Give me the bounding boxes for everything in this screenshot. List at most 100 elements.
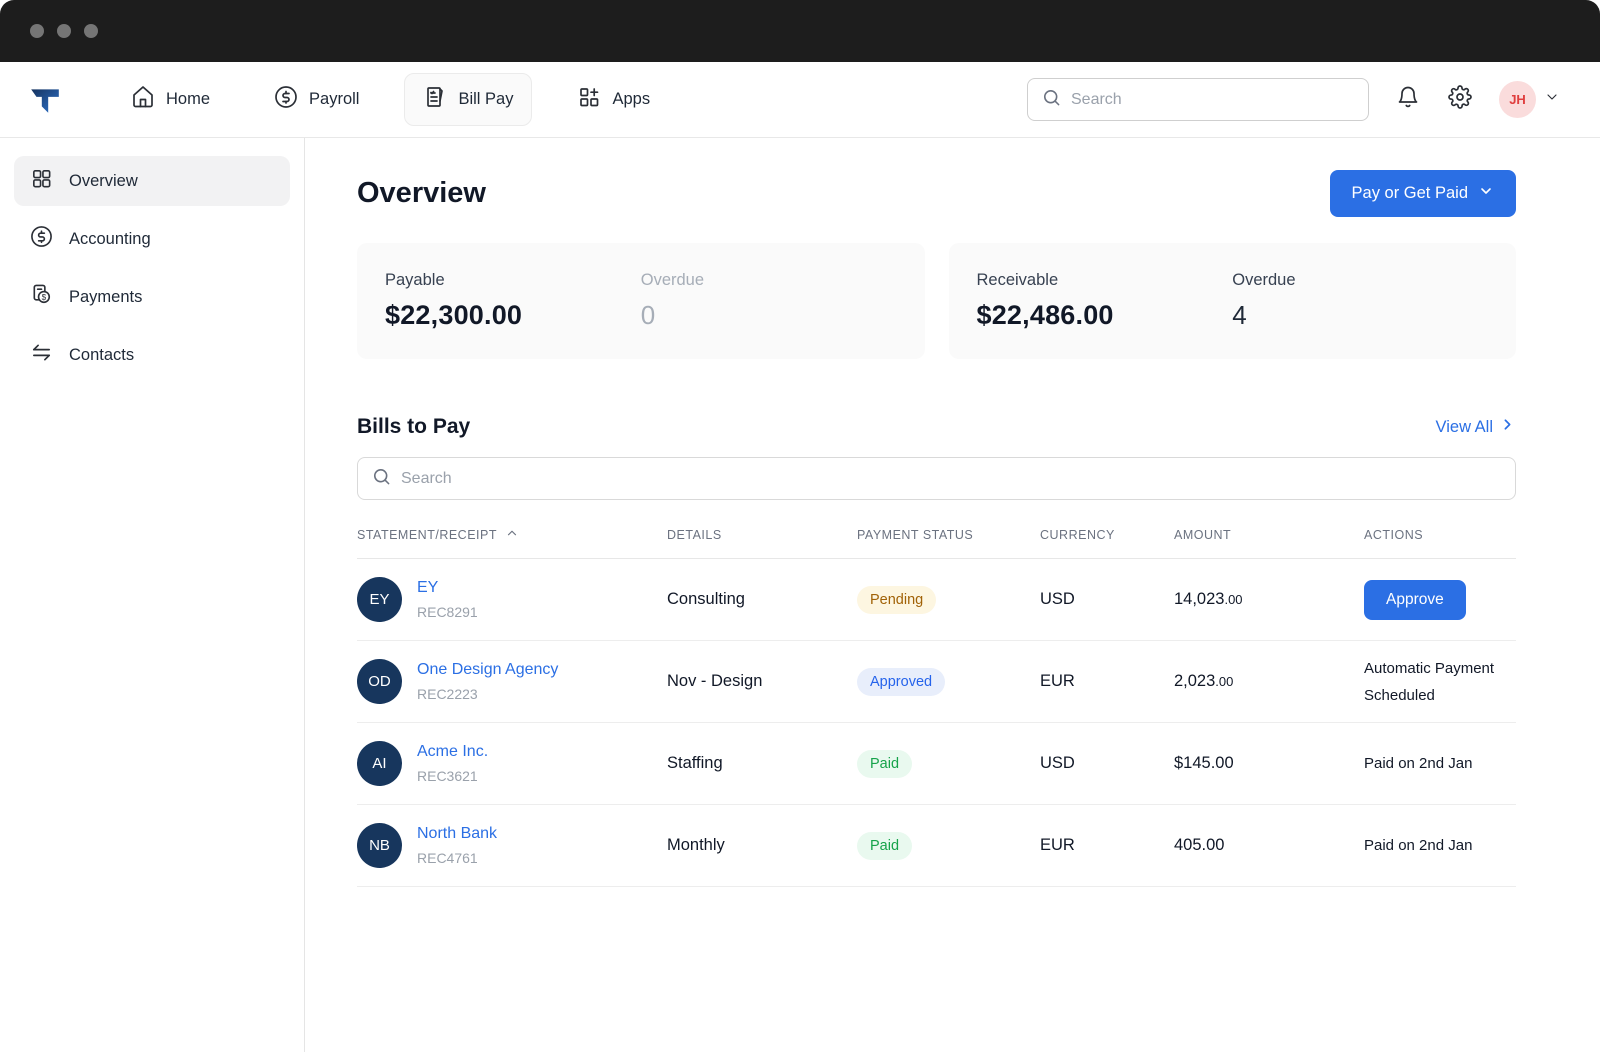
payable-overdue-label: Overdue [640,271,705,289]
pay-or-get-paid-button[interactable]: Pay or Get Paid [1329,170,1516,217]
view-all-link[interactable]: View All [1436,416,1516,438]
column-actions: ACTIONS [1364,527,1424,542]
vendor-name-link[interactable]: One Design Agency [417,661,558,679]
vendor-avatar: EY [357,577,402,622]
chevron-down-icon [1478,183,1494,204]
sidebar-item-accounting[interactable]: Accounting [14,214,290,264]
sort-chevron-up-icon[interactable] [505,526,519,543]
bill-row: AI Acme Inc. REC3621 Staffing Paid USD $… [357,723,1516,805]
window-titlebar [0,0,1600,62]
nav-item-label: Bill Pay [458,90,514,108]
nav-item-home[interactable]: Home [112,73,229,126]
sidebar-item-label: Payments [69,287,143,306]
settings-button[interactable] [1447,85,1473,114]
receipt-number: REC3621 [417,768,478,784]
receipt-number: REC8291 [417,604,478,620]
nav-item-label: Payroll [309,90,360,108]
sidebar-item-label: Contacts [69,345,135,364]
bill-currency: USD [1040,754,1075,772]
nav-items: Home Payroll Bill Pay Apps [112,73,669,126]
dollar-circle-icon [274,85,298,114]
bill-row: NB North Bank REC4761 Monthly Paid EUR 4… [357,805,1516,887]
vendor-name-link[interactable]: North Bank [417,825,497,843]
dollar-circle-icon [30,225,53,253]
grid-icon [30,167,53,195]
nav-item-label: Apps [612,90,651,108]
search-icon [372,467,391,491]
search-icon [1042,88,1061,112]
nav-item-bill-pay[interactable]: Bill Pay [404,73,533,126]
swap-arrows-icon [30,341,53,369]
bills-search[interactable] [357,457,1516,500]
window-controls[interactable] [30,24,98,38]
nav-item-payroll[interactable]: Payroll [255,73,378,126]
vendor-name-link[interactable]: EY [417,579,478,597]
bill-amount: $145.00 [1174,754,1234,772]
bill-details: Nov - Design [667,672,763,690]
bill-row: OD One Design Agency REC2223 Nov - Desig… [357,641,1516,723]
vendor-name-link[interactable]: Acme Inc. [417,743,488,761]
topnav-right: JH [1027,78,1560,121]
global-search-input[interactable] [1071,90,1354,109]
bill-amount: 405.00 [1174,836,1225,854]
receivable-summary-card: Receivable $22,486.00 Overdue 4 [948,243,1516,359]
payable-value: $22,300.00 [385,300,523,330]
bill-currency: EUR [1040,672,1075,690]
nav-item-apps[interactable]: Apps [558,73,669,126]
column-currency: CURRENCY [1040,527,1115,542]
receipt-number: REC2223 [417,686,478,702]
sidebar-item-label: Accounting [69,229,151,248]
bill-currency: EUR [1040,836,1075,854]
approve-button[interactable]: Approve [1364,579,1466,620]
notifications-button[interactable] [1395,85,1421,114]
receipt-number: REC4761 [417,850,478,866]
bills-search-input[interactable] [401,469,1501,488]
payable-label: Payable [385,271,445,289]
user-avatar[interactable]: JH [1499,81,1536,118]
window-dot[interactable] [30,24,44,38]
vendor-avatar: OD [357,659,402,704]
bill-amount: 2,023.00 [1174,672,1234,690]
apps-grid-icon [577,85,601,114]
window-dot[interactable] [84,24,98,38]
sidebar: Overview Accounting $ Payments Contacts [0,138,305,1052]
sidebar-item-payments[interactable]: $ Payments [14,272,290,322]
chevron-down-icon [1544,89,1560,110]
column-statement-receipt[interactable]: STATEMENT/RECEIPT [357,526,667,543]
bill-details: Consulting [667,590,745,608]
top-navigation: Home Payroll Bill Pay Apps Search JH [0,62,1600,138]
gear-icon [1448,85,1472,114]
bell-icon [1396,85,1420,114]
app-logo[interactable] [28,83,62,117]
chevron-right-icon [1499,416,1516,438]
bill-details: Staffing [667,754,723,772]
home-icon [131,85,155,114]
nav-item-label: Home [166,90,211,108]
global-search[interactable] [1027,78,1369,121]
bill-details: Monthly [667,836,725,854]
column-payment-status: PAYMENT STATUS [857,527,974,542]
main-content: Overview Pay or Get Paid Payable $22,300… [305,138,1600,1052]
payable-summary-card: Payable $22,300.00 Overdue 0 [357,243,925,359]
receivable-label: Receivable [976,271,1059,289]
vendor-avatar: NB [357,823,402,868]
sidebar-item-label: Overview [69,171,138,190]
column-details: DETAILS [667,527,722,542]
sidebar-item-overview[interactable]: Overview [14,156,290,206]
receivable-overdue-value: 4 [1232,300,1247,330]
action-status-text: Automatic Payment Scheduled [1364,659,1495,704]
sidebar-item-contacts[interactable]: Contacts [14,330,290,380]
column-amount: AMOUNT [1174,527,1232,542]
status-badge: Paid [857,831,913,860]
bill-amount: 14,023.00 [1174,590,1243,608]
payable-overdue-value: 0 [640,300,656,330]
window-dot[interactable] [57,24,71,38]
status-badge: Approved [857,667,946,696]
receivable-value: $22,486.00 [976,300,1114,330]
user-menu[interactable]: JH [1499,81,1560,118]
svg-text:$: $ [42,293,47,302]
page-title: Overview [357,177,486,209]
bills-table-header: STATEMENT/RECEIPT DETAILS PAYMENT STATUS… [357,526,1516,559]
status-badge: Paid [857,749,913,778]
bill-currency: USD [1040,590,1075,608]
